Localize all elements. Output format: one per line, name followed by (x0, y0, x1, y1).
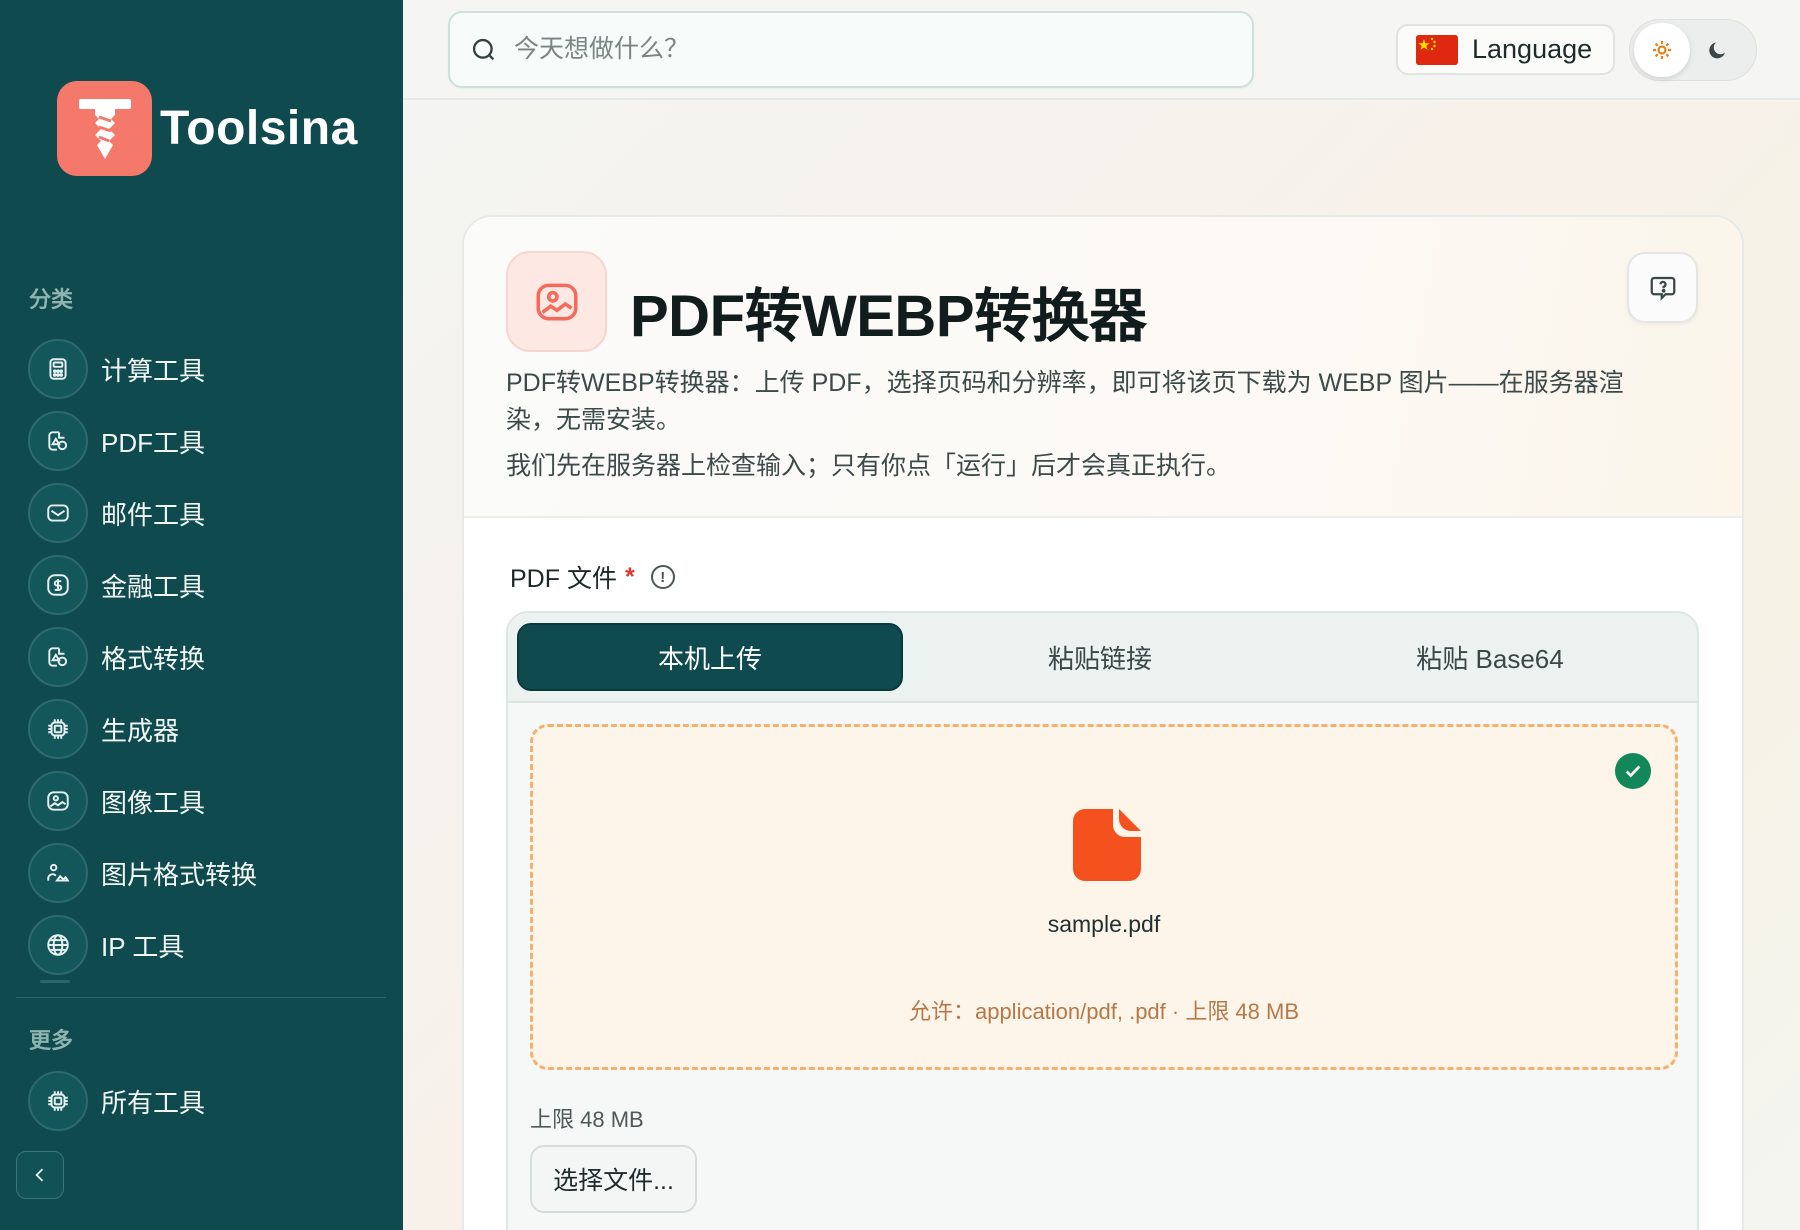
sidebar-item-calculator[interactable]: 计算工具 (28, 333, 388, 405)
upload-tabs: 本机上传 粘贴链接 粘贴 Base64 (508, 613, 1697, 703)
tab-paste-link[interactable]: 粘贴链接 (907, 623, 1293, 691)
sidebar-item-label: 金融工具 (101, 571, 206, 602)
help-button[interactable] (1627, 252, 1698, 323)
sidebar-item-ip[interactable]: IP 工具 (28, 909, 388, 981)
sidebar-item-label: 计算工具 (101, 355, 206, 386)
field-label-text: PDF 文件 (510, 565, 617, 593)
sidebar-item-label: 格式转换 (101, 643, 206, 674)
collapse-sidebar-button[interactable] (16, 1151, 64, 1199)
file-icon (1073, 809, 1141, 886)
scroll-hint (40, 980, 70, 983)
china-flag-icon (1416, 34, 1458, 65)
search-icon (472, 38, 495, 60)
sidebar-more-nav: 所有工具 (28, 1065, 388, 1137)
theme-toggle[interactable] (1629, 19, 1757, 81)
mail-icon (28, 483, 88, 543)
choose-file-button[interactable]: 选择文件... (530, 1145, 697, 1213)
logo-badge-icon (57, 81, 152, 176)
light-mode-button[interactable] (1634, 23, 1690, 77)
dark-mode-button[interactable] (1690, 23, 1746, 77)
tool-description: PDF转WEBP转换器：上传 PDF，选择页码和分辨率，即可将该页下载为 WEB… (506, 369, 1624, 434)
image-person-icon (28, 843, 88, 903)
image-icon (28, 771, 88, 831)
sidebar-item-label: 生成器 (101, 715, 180, 746)
sidebar-item-all-tools[interactable]: 所有工具 (28, 1065, 388, 1137)
file-name: sample.pdf (1047, 911, 1161, 937)
sidebar-nav: 计算工具 PDF工具 邮件工具 金融工具 格式转换 生成器 图像工具 图片格式转… (28, 333, 388, 981)
sidebar-item-label: 所有工具 (101, 1087, 206, 1118)
check-icon (1615, 753, 1651, 789)
file-drop-zone[interactable]: sample.pdf 允许：application/pdf, .pdf · 上限… (530, 724, 1678, 1070)
required-mark: * (624, 562, 635, 591)
sun-icon (1653, 41, 1671, 59)
sidebar-item-label: 图片格式转换 (101, 859, 258, 890)
sidebar: Toolsina 分类 计算工具 PDF工具 邮件工具 金融工具 格式转换 生成… (0, 0, 403, 1230)
info-icon[interactable]: ! (650, 565, 675, 589)
tool-header: PDF转WEBP转换器 PDF转WEBP转换器：上传 PDF，选择页码和分辨率，… (464, 217, 1742, 518)
globe-icon (28, 915, 88, 975)
shapes-icon (28, 627, 88, 687)
help-chat-icon (1650, 276, 1675, 301)
size-limit: 上限 48 MB (530, 1107, 644, 1132)
shapes-icon (28, 411, 88, 471)
sidebar-item-mail[interactable]: 邮件工具 (28, 477, 388, 549)
upload-panel: 本机上传 粘贴链接 粘贴 Base64 sample.pdf 允许：applic… (506, 611, 1699, 1230)
sidebar-item-image[interactable]: 图像工具 (28, 765, 388, 837)
sidebar-item-finance[interactable]: 金融工具 (28, 549, 388, 621)
tab-local-upload[interactable]: 本机上传 (517, 623, 903, 691)
main-content: PDF转WEBP转换器 PDF转WEBP转换器：上传 PDF，选择页码和分辨率，… (403, 102, 1800, 1230)
tab-paste-base64[interactable]: 粘贴 Base64 (1297, 623, 1683, 691)
search-box[interactable] (448, 11, 1254, 88)
categories-label: 分类 (29, 287, 74, 312)
allowed-types: 允许：application/pdf, .pdf · 上限 48 MB (908, 999, 1300, 1024)
search-input[interactable] (514, 35, 1214, 64)
tool-card: PDF转WEBP转换器 PDF转WEBP转换器：上传 PDF，选择页码和分辨率，… (462, 215, 1744, 1230)
sidebar-item-generator[interactable]: 生成器 (28, 693, 388, 765)
more-label: 更多 (29, 1028, 74, 1053)
brand-name: Toolsina (160, 102, 358, 155)
chip-icon (28, 1071, 88, 1131)
pdf-file-label: PDF 文件 * ! (510, 559, 675, 595)
image-icon (506, 251, 607, 352)
sidebar-item-image-format[interactable]: 图片格式转换 (28, 837, 388, 909)
chip-icon (28, 699, 88, 759)
tool-note: 我们先在服务器上检查输入；只有你点「运行」后才会真正执行。 (506, 452, 1232, 480)
top-bar: Language (403, 0, 1800, 100)
brand-logo[interactable]: Toolsina (57, 81, 358, 176)
chevron-left-icon (35, 1168, 44, 1182)
dollar-icon (28, 555, 88, 615)
sidebar-item-label: 图像工具 (101, 787, 206, 818)
sidebar-item-label: 邮件工具 (101, 499, 206, 530)
sidebar-item-format[interactable]: 格式转换 (28, 621, 388, 693)
language-label: Language (1472, 34, 1593, 64)
calculator-icon (28, 339, 88, 399)
page-title: PDF转WEBP转换器 (630, 284, 1147, 349)
language-button[interactable]: Language (1396, 24, 1615, 75)
sidebar-divider (16, 997, 386, 998)
sidebar-item-label: PDF工具 (101, 427, 206, 458)
sidebar-item-pdf[interactable]: PDF工具 (28, 405, 388, 477)
sidebar-item-label: IP 工具 (101, 931, 185, 962)
moon-icon (1709, 42, 1725, 59)
